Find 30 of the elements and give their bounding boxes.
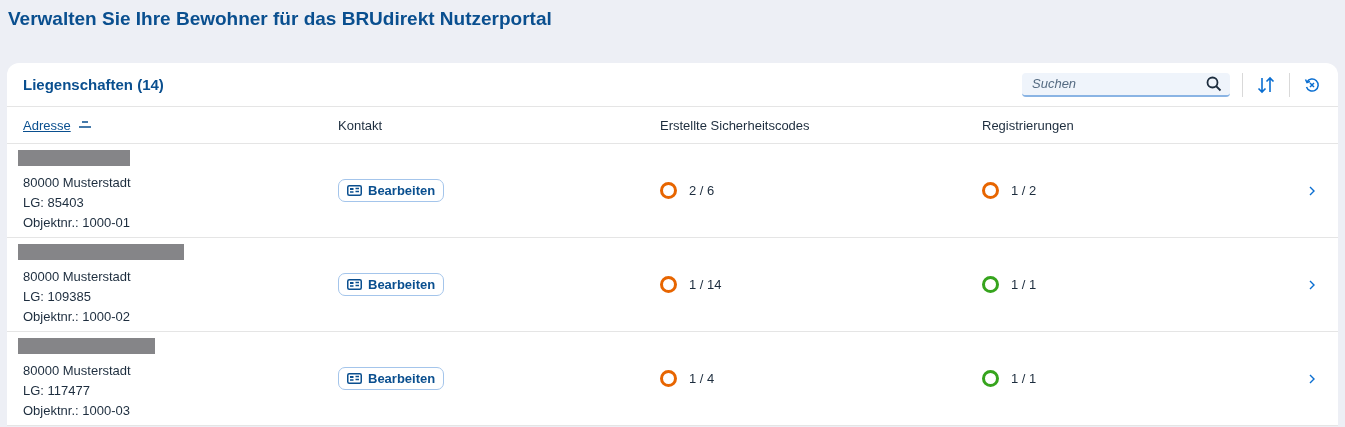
address-line: LG: 85403: [23, 193, 85, 212]
search-field[interactable]: Suchen: [1022, 72, 1230, 97]
status-count: 1 / 1: [1011, 277, 1037, 292]
edit-button[interactable]: Bearbeiten: [338, 179, 445, 202]
contact-card-icon: [347, 279, 362, 290]
column-header[interactable]: Adresse: [23, 117, 71, 133]
column-header[interactable]: Kontakt: [338, 117, 383, 133]
status-count: 1 / 4: [689, 371, 715, 386]
page-title: Verwalten Sie Ihre Bewohner für das BRUdirekt Nutzerportal: [8, 8, 553, 30]
address-line: 80000 Musterstadt: [23, 267, 132, 286]
search-input[interactable]: Suchen: [1030, 75, 1206, 92]
address-line: LG: 109385: [23, 287, 92, 306]
address-line: Objektnr.: 1000-01: [23, 213, 131, 232]
status-count: 1 / 14: [689, 277, 722, 292]
search-icon: [1206, 75, 1222, 92]
contact-card-icon: [347, 185, 362, 196]
contact-card-icon: [347, 373, 362, 384]
edit-button[interactable]: Bearbeiten: [338, 273, 445, 296]
status-count: 1 / 1: [1011, 371, 1037, 386]
table-title: Liegenschaften (14): [23, 76, 165, 93]
address-line: Objektnr.: 1000-03: [23, 401, 131, 420]
status-count: 2 / 6: [689, 183, 715, 198]
status-count: 1 / 2: [1011, 183, 1037, 198]
address-line: Objektnr.: 1000-02: [23, 307, 131, 326]
address-line: 80000 Musterstadt: [23, 173, 132, 192]
address-line: 80000 Musterstadt: [23, 361, 132, 380]
edit-button[interactable]: Bearbeiten: [338, 367, 445, 390]
column-header[interactable]: Erstellte Sicherheitscodes: [660, 117, 810, 133]
column-header[interactable]: Registrierungen: [982, 117, 1074, 133]
address-line: LG: 117477: [23, 381, 91, 400]
